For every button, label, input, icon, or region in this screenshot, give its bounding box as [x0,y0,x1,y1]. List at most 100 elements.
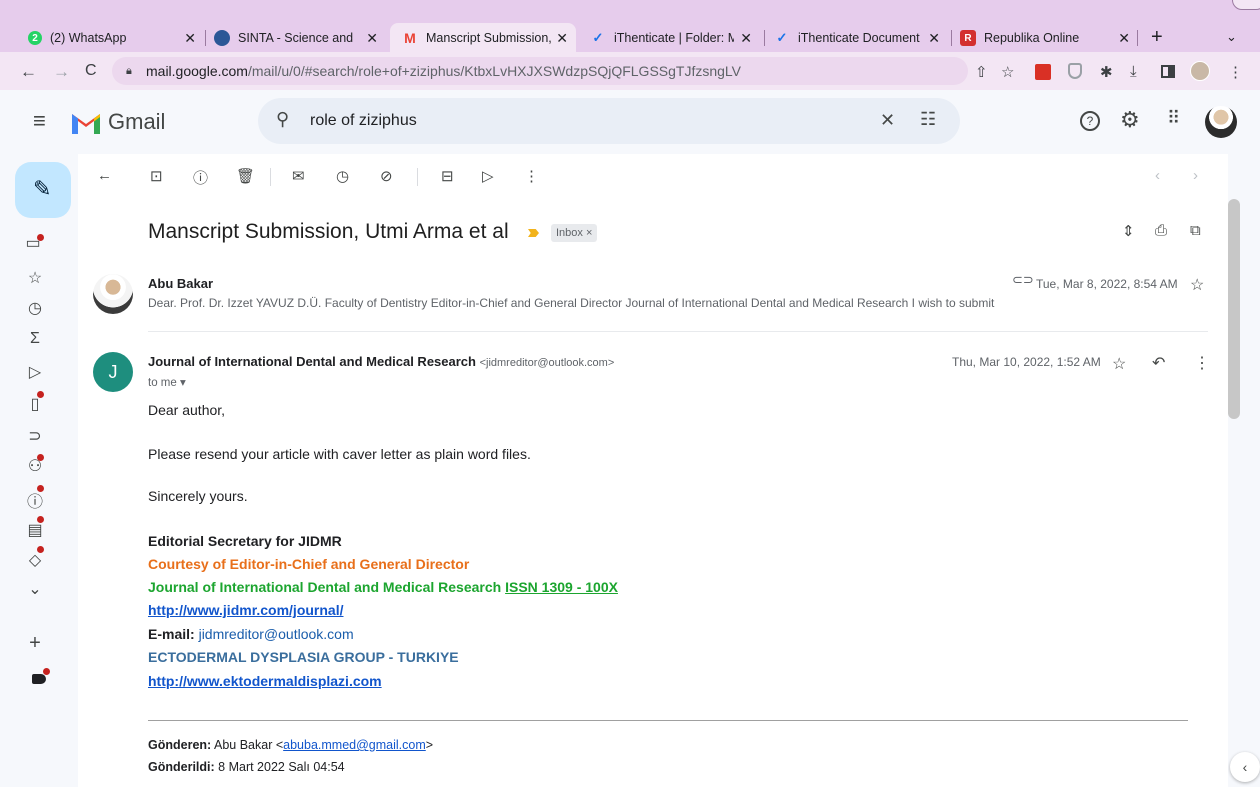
move-to-icon[interactable]: ⊟ [441,167,454,185]
snooze-clock-icon[interactable]: ◷ [336,167,349,185]
sent-date: 8 Mart 2022 Salı 04:54 [218,760,345,774]
tab-gmail-active[interactable]: M Manscript Submission, ✕ [390,23,576,52]
tab-title: SINTA - Science and T [238,31,356,45]
tab-ithenticate-folder[interactable]: ✓ iThenticate | Folder: M ✕ [590,27,760,49]
newer-chevron-icon[interactable]: ‹ [1155,167,1160,184]
bookmark-star-icon[interactable]: ☆ [1001,63,1014,81]
settings-gear-icon[interactable]: ⚙ [1120,107,1140,133]
search-options-icon[interactable]: ☷ [920,109,936,130]
star-icon[interactable]: ☆ [1190,275,1204,295]
tab-republika[interactable]: R Republika Online ✕ [960,27,1138,49]
inbox-label-chip[interactable]: Inbox × [551,224,598,242]
from-email-link[interactable]: abuba.mmed@gmail.com [283,738,426,752]
signature-group: ECTODERMAL DYSPLASIA GROUP - TURKIYE [148,649,459,665]
notification-dot [37,234,44,241]
recipient-details-toggle[interactable]: to me ▾ [148,375,186,389]
close-tab-icon[interactable]: ✕ [184,30,196,47]
search-input[interactable]: role of ziziphus [310,98,417,144]
tab-search-chevron-icon[interactable]: ⌄ [1226,29,1237,45]
forwarded-from-line: Gönderen: Abu Bakar <abuba.mmed@gmail.co… [148,738,434,752]
signature-email-link[interactable]: jidmreditor@outlook.com [199,626,354,642]
gmail-logo-icon [72,114,100,134]
reply-icon[interactable]: ↶ [1152,353,1165,373]
message2-sender-email: <jidmreditor@outlook.com> [479,357,615,369]
tab-divider [951,30,952,46]
check-icon: ✓ [592,30,604,45]
sent-icon[interactable]: ▷ [24,362,46,382]
account-avatar[interactable] [1205,106,1237,138]
tab-ithenticate-document[interactable]: ✓ iThenticate Document ✕ [774,27,948,49]
journal-url-link[interactable]: http://www.jidmr.com/journal/ [148,602,344,618]
close-tab-icon[interactable]: ✕ [740,30,752,47]
star-icon[interactable]: ☆ [1112,354,1126,374]
create-label-plus-icon[interactable]: + [24,632,46,655]
snoozed-clock-icon[interactable]: ◷ [24,298,46,318]
close-tab-icon[interactable]: ✕ [556,30,568,47]
search-bar[interactable]: ⚲ role of ziziphus ✕ ☷ [258,98,960,144]
address-bar[interactable]: 🔒︎ mail.google.com/mail/u/0/#search/role… [112,57,968,85]
search-icon[interactable]: ⚲ [276,109,289,130]
add-to-tasks-icon[interactable]: ⊘ [380,167,393,185]
message-more-icon[interactable]: ⋮ [1194,353,1210,373]
scrollbar-thumb[interactable] [1228,199,1240,419]
body-paragraph: Please resend your article with caver le… [148,446,531,462]
delete-trash-icon[interactable]: 🗑︎ [236,167,255,185]
main-menu-icon[interactable]: ≡ [33,108,46,134]
close-tab-icon[interactable]: ✕ [928,30,940,47]
window-corner-button[interactable] [1232,0,1260,10]
labels-icon[interactable]: ▷ [482,167,494,185]
notification-dot [37,546,44,553]
new-tab-icon[interactable]: + [1151,26,1163,49]
message2-from-line: Journal of International Dental and Medi… [148,354,614,369]
forward-arrow-icon[interactable]: → [53,62,70,82]
group-url-link[interactable]: http://www.ektodermaldisplazi.com [148,673,382,689]
label-outline-icon[interactable]: ⊃ [24,426,46,446]
extension-shield-icon[interactable] [1068,63,1082,79]
signature-journal-line: Journal of International Dental and Medi… [148,579,618,595]
report-spam-icon[interactable]: ⓘ [193,167,208,188]
label-filled-icon[interactable] [32,674,46,684]
profile-avatar-icon[interactable] [1190,61,1210,81]
expand-all-icon[interactable]: ⇕ [1122,222,1135,240]
notification-dot [43,668,50,675]
back-to-search-icon[interactable]: ← [97,167,112,184]
close-tab-icon[interactable]: ✕ [1118,30,1130,47]
tab-whatsapp[interactable]: 2 (2) WhatsApp ✕ [28,27,204,49]
important-icon[interactable]: Σ [24,330,46,348]
forward-divider [148,720,1188,721]
close-tab-icon[interactable]: ✕ [366,30,378,47]
check-icon: ✓ [776,30,788,45]
remove-label-icon[interactable]: × [586,227,592,239]
reload-icon[interactable]: C [85,62,97,80]
extension-red-icon[interactable] [1035,64,1051,80]
from-name: Abu Bakar [214,738,273,752]
clear-search-icon[interactable]: ✕ [880,110,895,131]
help-icon[interactable]: ? [1080,111,1100,131]
back-arrow-icon[interactable]: ← [20,62,37,82]
share-icon[interactable]: ⇧ [975,63,988,81]
mark-unread-icon[interactable]: ✉ [292,167,305,185]
tab-divider [1137,30,1138,46]
browser-menu-icon[interactable]: ⋮ [1228,63,1243,81]
tab-sinta[interactable]: SINTA - Science and T ✕ [214,27,386,49]
starred-icon[interactable]: ☆ [24,268,46,288]
extensions-puzzle-icon[interactable]: ✱ [1100,63,1113,81]
older-chevron-icon[interactable]: › [1193,167,1198,184]
show-side-panel-button[interactable]: ‹ [1230,752,1260,782]
more-actions-icon[interactable]: ⋮ [524,167,539,185]
promotions-tag-icon[interactable]: ◇ [24,550,46,570]
open-new-window-icon[interactable]: ⧉ [1190,222,1201,239]
issn-link[interactable]: ISSN 1309 - 100X [505,579,618,595]
apps-grid-icon[interactable]: ⠿ [1167,108,1180,129]
archive-icon[interactable]: ⊡ [150,167,163,185]
url-path: /mail/u/0/#search/role+of+ziziphus/KtbxL… [247,63,741,79]
more-chevron-icon[interactable]: ⌄ [24,579,46,599]
print-icon[interactable]: ⎙ [1155,222,1167,239]
tab-title: Republika Online [984,31,1080,45]
side-panel-icon[interactable] [1161,65,1175,78]
updates-info-icon[interactable]: ⓘ [24,488,46,512]
compose-button[interactable]: ✎ [15,162,71,218]
forums-icon[interactable]: ▤ [24,520,46,540]
republika-icon: R [960,30,976,46]
download-icon[interactable]: ⤓ [1130,63,1137,80]
